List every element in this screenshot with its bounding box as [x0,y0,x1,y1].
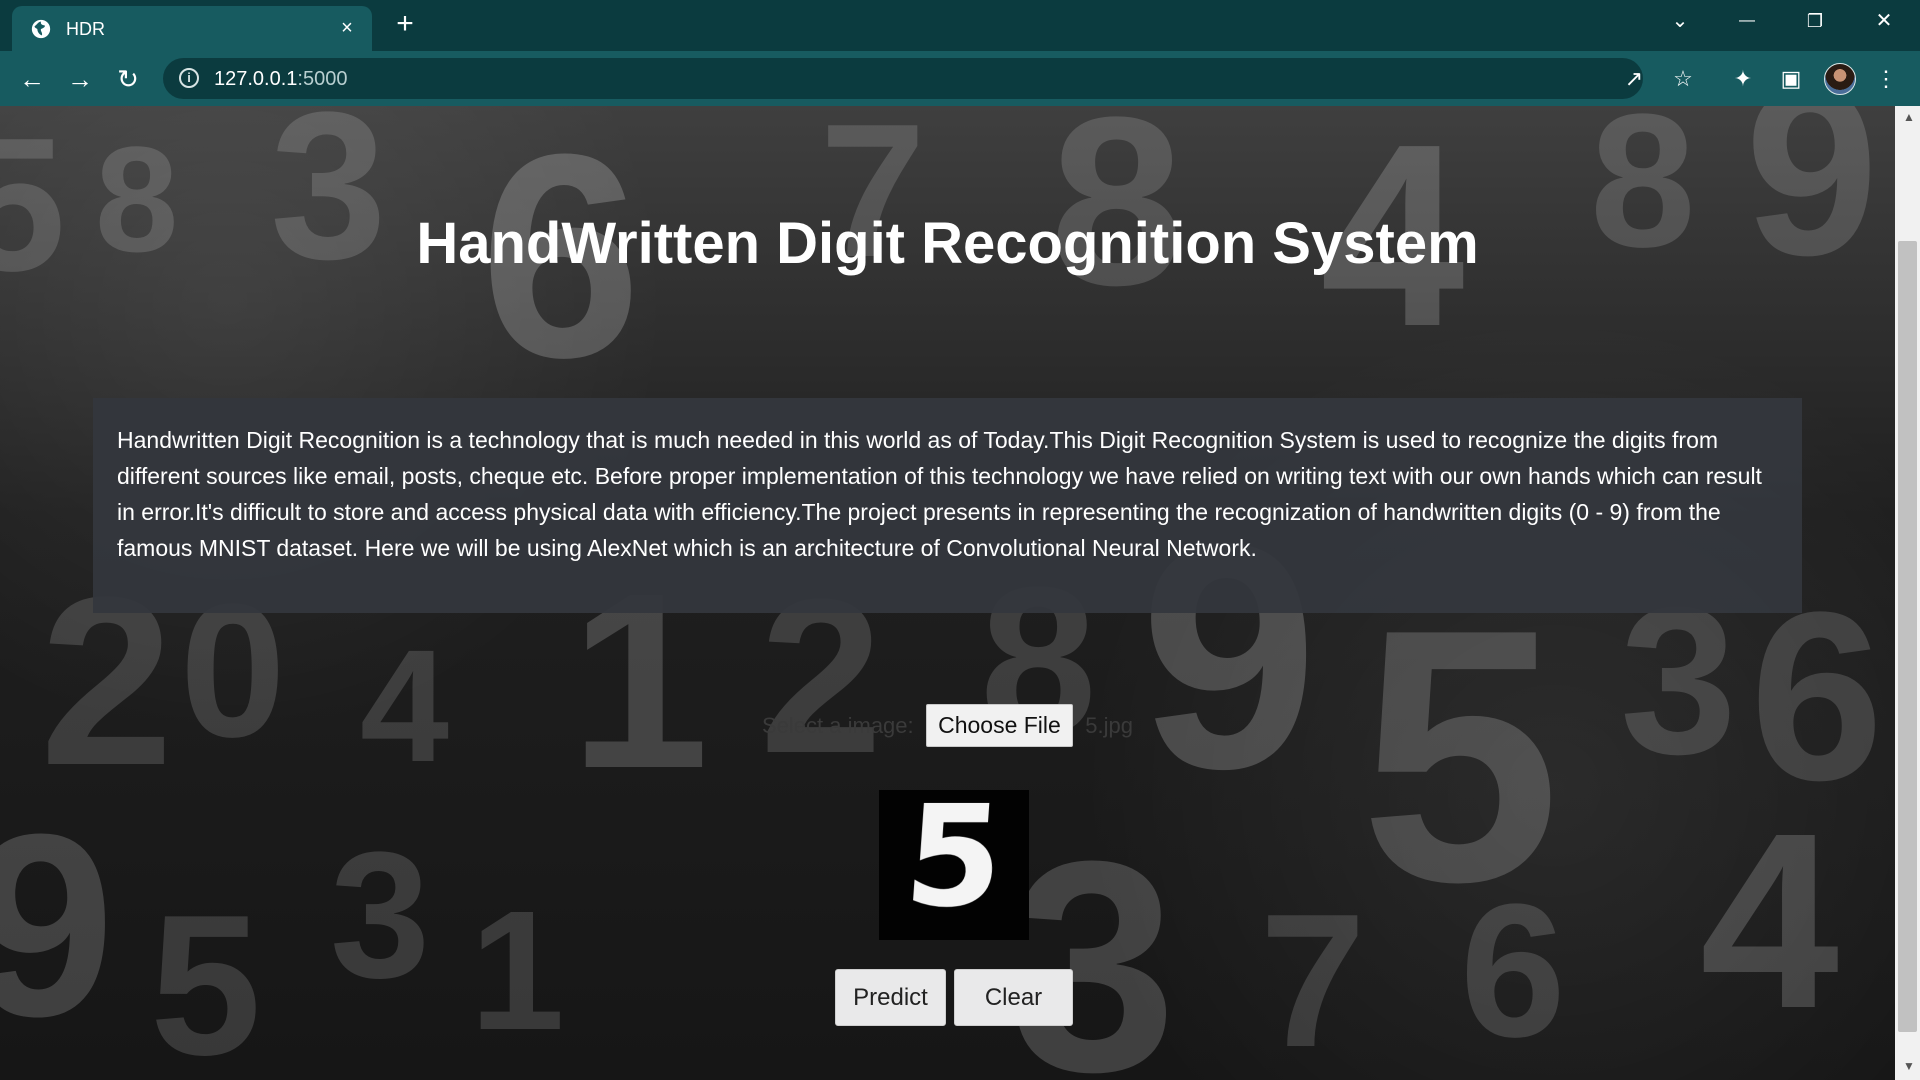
predict-button[interactable]: Predict [835,969,946,1026]
url-host: 127.0.0.1 [214,68,298,90]
page-title: HandWritten Digit Recognition System [416,211,1479,276]
profile-avatar[interactable] [1824,63,1856,95]
address-bar[interactable]: i 127.0.0.1:5000 [163,58,1643,99]
tab-search-dropdown-icon[interactable]: ⌄ [1657,6,1703,36]
back-icon[interactable]: ← [14,61,50,97]
new-tab-button[interactable]: + [390,9,420,40]
scroll-up-arrow-icon[interactable]: ▲ [1903,111,1915,123]
site-info-icon[interactable]: i [179,68,199,88]
restore-icon[interactable]: ❐ [1792,6,1838,36]
url-port: :5000 [297,68,348,90]
selected-file-name: 5.jpg [1085,712,1133,738]
tab-title: HDR [66,19,105,39]
sidebar-icon[interactable]: ▣ [1773,61,1809,97]
description-panel: Handwritten Digit Recognition is a techn… [93,398,1802,613]
clear-button[interactable]: Clear [954,969,1073,1026]
share-icon[interactable]: ↗ [1616,61,1652,97]
active-tab[interactable]: HDR × [12,6,372,51]
description-text: Handwritten Digit Recognition is a techn… [117,427,1762,561]
scroll-down-arrow-icon[interactable]: ▼ [1903,1060,1915,1072]
menu-icon[interactable]: ⋮ [1868,61,1904,97]
uploaded-image-preview: 5 [879,776,1029,940]
upload-row: Select a image: Choose File 5.jpg [0,704,1895,748]
upload-label: Select a image: [762,712,914,738]
scrollbar-thumb[interactable] [1898,241,1917,1032]
browser-window: HDR × + ⌄ — ❐ ✕ ← → ↻ i 127.0.0.1:5000 ↗… [0,0,1920,1080]
web-page: 5 8 3 6 7 8 4 8 9 2 0 4 1 2 8 9 5 3 6 9 … [0,106,1895,1080]
star-icon[interactable]: ☆ [1665,61,1701,97]
tab-close-icon[interactable]: × [334,15,360,41]
browser-toolbar: ← → ↻ i 127.0.0.1:5000 ↗ ☆ ✦ ▣ ⋮ [0,51,1920,106]
window-close-icon[interactable]: ✕ [1861,6,1907,36]
extensions-icon[interactable]: ✦ [1725,61,1761,97]
tab-strip: HDR × + ⌄ — ❐ ✕ [0,0,1920,51]
minimize-icon[interactable]: — [1724,6,1770,36]
forward-icon[interactable]: → [62,61,98,97]
preview-digit: 5 [899,776,1009,939]
reload-icon[interactable]: ↻ [110,61,146,97]
url-text[interactable]: 127.0.0.1:5000 [214,68,347,91]
globe-icon [31,19,51,39]
choose-file-button[interactable]: Choose File [926,704,1073,747]
